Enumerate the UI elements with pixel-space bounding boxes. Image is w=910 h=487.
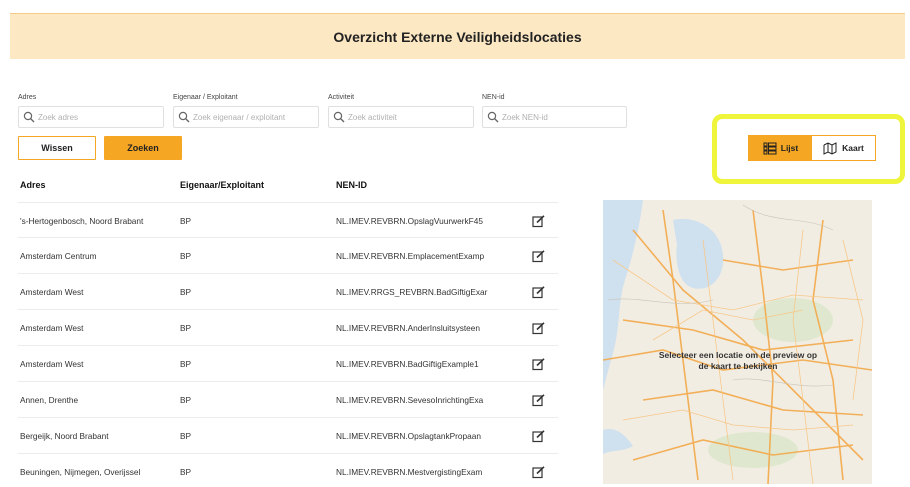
nen-id-input[interactable] [502,112,626,122]
column-header-eigenaar[interactable]: Eigenaar/Exploitant [180,180,264,190]
page-header: Overzicht Externe Veiligheidslocaties [10,13,905,59]
address-search-field[interactable] [18,106,164,128]
cell-eigenaar: BP [180,395,192,405]
search-button[interactable]: Zoeken [104,136,182,160]
map-view-button[interactable]: Kaart [812,136,875,160]
cell-nen-id: NL.IMEV.REVBRN.SevesoInrichtingExa [336,395,484,405]
table-row[interactable]: Annen, Drenthe BP NL.IMEV.REVBRN.SevesoI… [18,382,558,418]
list-view-button[interactable]: Lijst [749,136,812,160]
edit-icon[interactable] [532,382,546,418]
cell-nen-id: NL.IMEV.REVBRN.OpslagVuurwerkF45 [336,216,483,226]
map-icon [823,141,837,155]
owner-search-field[interactable] [173,106,319,128]
nen-id-label: NEN-id [482,94,505,101]
cell-nen-id: NL.IMEV.REVBRN.AnderInsluitsysteen [336,323,481,333]
cell-eigenaar: BP [180,216,192,226]
column-header-adres[interactable]: Adres [20,180,46,190]
search-icon [333,111,345,123]
column-header-nen-id[interactable]: NEN-ID [336,180,367,190]
edit-icon[interactable] [532,454,546,487]
view-toggle: Lijst Kaart [748,135,876,161]
cell-eigenaar: BP [180,323,192,333]
activity-input[interactable] [348,112,473,122]
cell-eigenaar: BP [180,251,192,261]
list-view-label: Lijst [780,143,799,153]
table-row[interactable]: Amsterdam Centrum BP NL.IMEV.REVBRN.Empl… [18,238,558,274]
nen-id-search-field[interactable] [482,106,627,128]
search-icon [178,111,190,123]
cell-adres: Amsterdam West [20,323,84,333]
cell-nen-id: NL.IMEV.RRGS_REVBRN.BadGiftigExar [336,287,488,297]
address-label: Adres [18,94,37,101]
cell-eigenaar: BP [180,359,192,369]
table-row[interactable]: Amsterdam West BP NL.IMEV.REVBRN.BadGift… [18,346,558,382]
cell-nen-id: NL.IMEV.REVBRN.EmplacementExamp [336,251,485,261]
map-view-label: Kaart [842,143,864,153]
edit-icon[interactable] [532,418,546,454]
map-background [603,200,872,484]
cell-eigenaar: BP [180,287,192,297]
table-row[interactable]: Bergeijk, Noord Brabant BP NL.IMEV.REVBR… [18,418,558,454]
search-icon [487,111,499,123]
cell-nen-id: NL.IMEV.REVBRN.OpslagtankPropaan [336,431,481,441]
cell-nen-id: NL.IMEV.REVBRN.MestvergistingExam [336,467,483,477]
edit-icon[interactable] [532,238,546,274]
activity-label: Activiteit [328,94,355,101]
map-preview-message: Selecteer een locatie om de preview op d… [658,350,818,371]
list-icon [763,142,777,154]
cell-adres: Amsterdam West [20,359,84,369]
address-input[interactable] [38,112,163,122]
edit-icon[interactable] [532,203,546,239]
search-icon [23,111,35,123]
table-row[interactable]: 's-Hertogenbosch, Noord Brabant BP NL.IM… [18,202,558,238]
clear-button[interactable]: Wissen [18,136,96,160]
edit-icon[interactable] [532,310,546,346]
cell-adres: Bergeijk, Noord Brabant [20,431,109,441]
owner-input[interactable] [193,112,318,122]
location-table: 's-Hertogenbosch, Noord Brabant BP NL.IM… [18,202,558,487]
cell-eigenaar: BP [180,431,192,441]
cell-adres: 's-Hertogenbosch, Noord Brabant [20,216,144,226]
owner-label: Eigenaar / Exploitant [173,94,238,101]
cell-adres: Beuningen, Nijmegen, Overijssel [20,467,141,477]
cell-nen-id: NL.IMEV.REVBRN.BadGiftigExample1 [336,359,479,369]
cell-adres: Annen, Drenthe [20,395,79,405]
edit-icon[interactable] [532,346,546,382]
edit-icon[interactable] [532,274,546,310]
activity-search-field[interactable] [328,106,474,128]
table-row[interactable]: Amsterdam West BP NL.IMEV.REVBRN.AnderIn… [18,310,558,346]
page-title: Overzicht Externe Veiligheidslocaties [333,28,582,45]
cell-adres: Amsterdam Centrum [20,251,97,261]
map-preview[interactable]: Selecteer een locatie om de preview op d… [603,200,872,484]
cell-eigenaar: BP [180,467,192,477]
cell-adres: Amsterdam West [20,287,84,297]
table-row[interactable]: Beuningen, Nijmegen, Overijssel BP NL.IM… [18,454,558,487]
table-row[interactable]: Amsterdam West BP NL.IMEV.RRGS_REVBRN.Ba… [18,274,558,310]
